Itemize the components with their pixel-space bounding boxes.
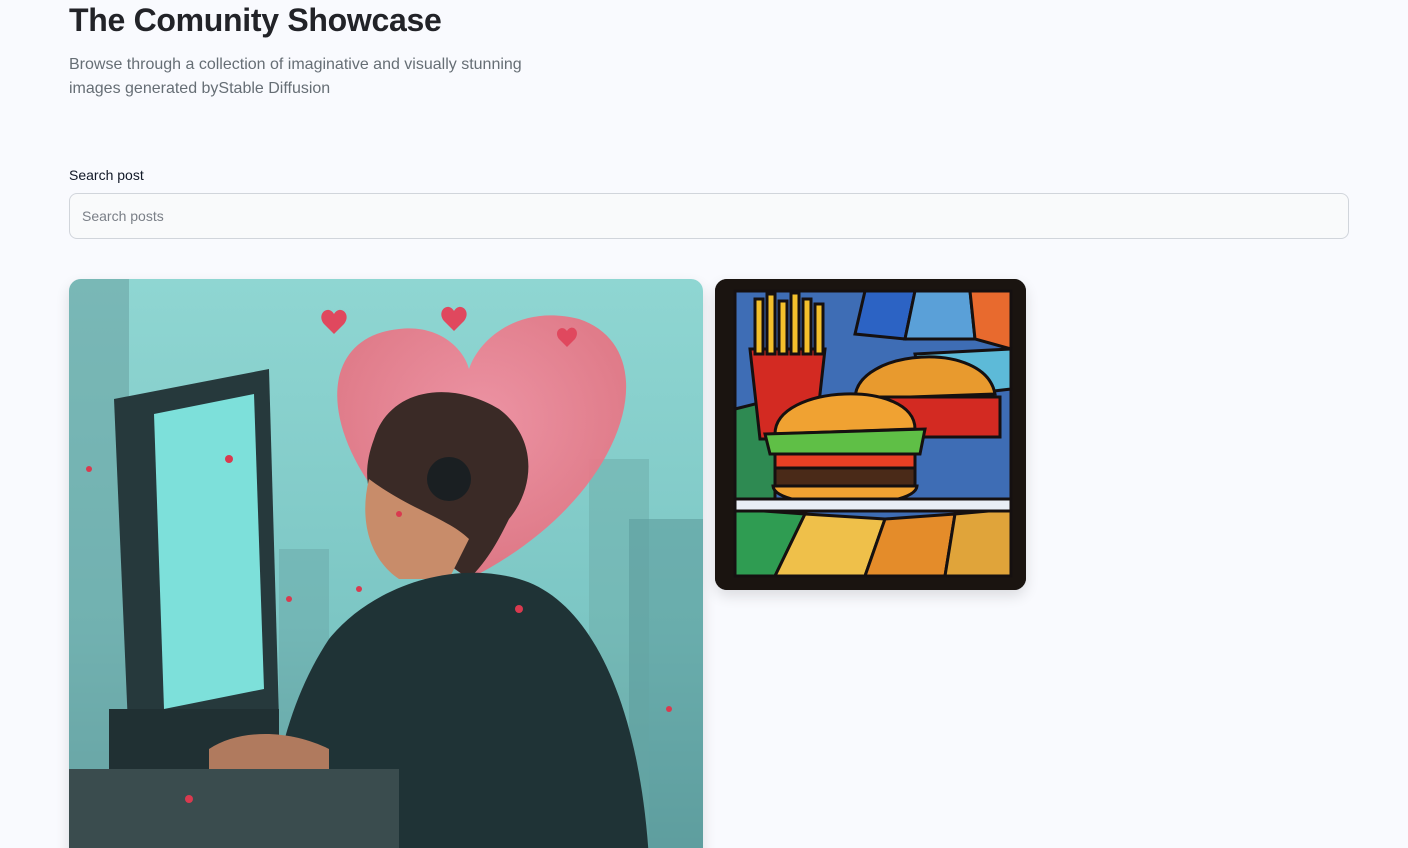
search-input[interactable] xyxy=(69,193,1349,239)
post-card-1[interactable] xyxy=(69,279,703,848)
search-label: Search post xyxy=(69,167,144,183)
page-subtitle: Browse through a collection of imaginati… xyxy=(69,56,522,97)
post-image-stained-glass-burger xyxy=(715,279,1026,590)
post-card-2[interactable] xyxy=(715,279,1026,590)
post-image-person-at-computer xyxy=(69,279,703,848)
showcase-page: The Comunity Showcase Browse through a c… xyxy=(0,0,1408,848)
page-title: The Comunity Showcase xyxy=(69,2,442,38)
